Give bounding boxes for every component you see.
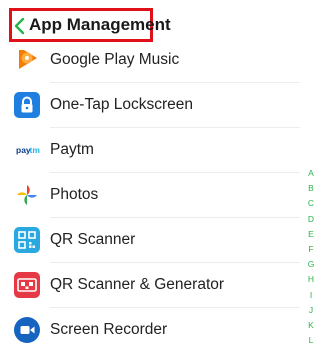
alpha-index-letter[interactable]: B: [305, 181, 317, 196]
alphabet-index[interactable]: A B C D E F G H I J K L: [305, 166, 317, 348]
app-row-screen-recorder[interactable]: Screen Recorder: [0, 308, 300, 350]
alpha-index-letter[interactable]: I: [305, 288, 317, 303]
alpha-index-letter[interactable]: E: [305, 227, 317, 242]
alpha-index-letter[interactable]: K: [305, 318, 317, 333]
alpha-index-letter[interactable]: D: [305, 212, 317, 227]
app-label: Paytm: [50, 141, 94, 158]
alpha-index-letter[interactable]: G: [305, 257, 317, 272]
app-label: Google Play Music: [50, 51, 180, 68]
alpha-index-letter[interactable]: A: [305, 166, 317, 181]
app-label: Photos: [50, 186, 99, 203]
lock-icon: [14, 92, 40, 118]
app-label: Screen Recorder: [50, 321, 168, 338]
back-button[interactable]: [13, 16, 27, 36]
app-list: Google Play Music One-Tap Lockscreen pay…: [0, 38, 300, 350]
alpha-index-letter[interactable]: L: [305, 333, 317, 348]
app-row-qr-scanner-generator[interactable]: QR Scanner & Generator: [0, 263, 300, 308]
app-label: One-Tap Lockscreen: [50, 96, 194, 113]
video-camera-icon: [14, 317, 40, 343]
svg-text:tm: tm: [30, 145, 41, 155]
app-management-screen: App Management Google Play Music One-Tap…: [0, 0, 322, 350]
app-row-one-tap-lockscreen[interactable]: One-Tap Lockscreen: [0, 83, 300, 128]
app-label: QR Scanner & Generator: [50, 276, 225, 293]
app-row-photos[interactable]: Photos: [0, 173, 300, 218]
alpha-index-letter[interactable]: C: [305, 196, 317, 211]
alpha-index-letter[interactable]: F: [305, 242, 317, 257]
photos-pinwheel-icon: [17, 185, 37, 205]
chevron-left-icon: [14, 17, 25, 35]
header: App Management: [0, 0, 322, 50]
app-row-paytm[interactable]: pay tm Paytm: [0, 128, 300, 173]
page-title: App Management: [29, 15, 171, 34]
alpha-index-letter[interactable]: H: [305, 272, 317, 287]
app-label: QR Scanner: [50, 231, 136, 248]
app-row-qr-scanner[interactable]: QR Scanner: [0, 218, 300, 263]
qr-code-icon: [14, 227, 40, 253]
qr-scanner-generator-icon: [14, 272, 40, 298]
alpha-index-letter[interactable]: J: [305, 303, 317, 318]
paytm-icon: pay tm: [16, 145, 41, 155]
